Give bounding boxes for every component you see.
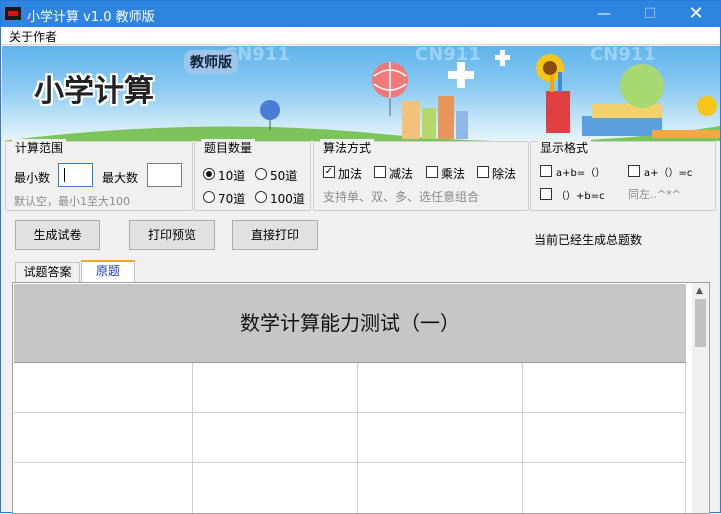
format-3-label[interactable]: （）+b=c (556, 187, 605, 202)
min-input[interactable] (58, 163, 93, 187)
format-hint: 同左..^*^ (628, 188, 681, 201)
paper-title: 数学计算能力测试（一） (14, 284, 686, 363)
mul-checkbox[interactable] (426, 166, 438, 178)
tab-answers[interactable]: 试题答案 (15, 262, 80, 282)
count-50-radio[interactable] (255, 168, 267, 180)
count-50-label[interactable]: 50道 (270, 167, 297, 184)
format-group-title: 显示格式 (537, 139, 592, 156)
scroll-up-icon[interactable]: ▲ (696, 286, 703, 296)
banner-title: 小学计算 (34, 74, 154, 109)
max-input[interactable] (147, 163, 182, 187)
tab-original[interactable]: 原题 (81, 260, 135, 282)
div-checkbox[interactable] (477, 166, 489, 178)
watermark-2: CN911 (415, 46, 481, 65)
app-window: 小学计算 v1.0 教师版 — ☐ ✕ 关于作者 CN911 CN911 CN9… (0, 0, 721, 514)
question-grid (14, 363, 686, 513)
max-label: 最大数 (102, 171, 139, 185)
format-1-checkbox[interactable] (540, 165, 552, 177)
app-icon (5, 7, 21, 20)
format-group: 显示格式 a+b=（） a+（）=c （）+b=c 同左..^*^ (530, 139, 716, 211)
sub-checkbox[interactable] (374, 166, 386, 178)
count-70-radio[interactable] (203, 191, 215, 203)
menu-about[interactable]: 关于作者 (9, 28, 57, 45)
paper-view: 数学计算能力测试（一） ▲ (12, 282, 710, 514)
range-group-title: 计算范围 (12, 139, 67, 156)
format-3-checkbox[interactable] (540, 188, 552, 200)
grid-divider (192, 363, 193, 513)
count-group: 题目数量 10道 50道 70道 100道 (194, 139, 311, 211)
maximize-button[interactable]: ☐ (627, 1, 673, 27)
count-70-label[interactable]: 70道 (218, 190, 245, 207)
count-10-radio[interactable] (203, 168, 215, 180)
text-caret (64, 168, 65, 182)
grid-divider (522, 363, 523, 513)
scroll-thumb[interactable] (695, 299, 706, 347)
ops-group-title: 算法方式 (320, 139, 375, 156)
div-label[interactable]: 除法 (492, 165, 516, 182)
window-title: 小学计算 v1.0 教师版 (27, 10, 155, 25)
menu-bar: 关于作者 (1, 27, 720, 45)
direct-print-button[interactable]: 直接打印 (232, 220, 318, 250)
range-group: 计算范围 最小数 最大数 默认空，最小1至大100 (5, 139, 193, 211)
format-1-label[interactable]: a+b=（） (556, 164, 605, 179)
vertical-scrollbar[interactable]: ▲ (692, 283, 709, 513)
grid-divider (357, 363, 358, 513)
min-label: 最小数 (14, 171, 51, 185)
count-100-radio[interactable] (255, 191, 267, 203)
grid-divider (14, 462, 686, 463)
print-preview-button[interactable]: 打印预览 (129, 220, 215, 250)
title-bar: 小学计算 v1.0 教师版 — ☐ ✕ (1, 1, 720, 27)
ops-hint: 支持单、双、多、选任意组合 (323, 190, 480, 204)
edition-badge: 教师版 (184, 50, 238, 74)
format-2-checkbox[interactable] (628, 165, 640, 177)
mul-label[interactable]: 乘法 (441, 165, 465, 182)
grid-divider (14, 412, 686, 413)
close-button[interactable]: ✕ (673, 1, 719, 27)
add-checkbox[interactable]: ✓ (323, 166, 335, 178)
format-2-label[interactable]: a+（）=c (644, 164, 692, 179)
range-hint: 默认空，最小1至大100 (14, 195, 130, 208)
ops-group: 算法方式 ✓ 加法 减法 乘法 除法 支持单、双、多、选任意组合 (313, 139, 529, 211)
grid-divider (685, 363, 686, 513)
count-10-label[interactable]: 10道 (218, 167, 245, 184)
count-100-label[interactable]: 100道 (270, 190, 305, 207)
banner: CN911 CN911 CN911 教师版 小学计算 (2, 46, 720, 141)
minimize-button[interactable]: — (581, 1, 627, 27)
watermark-3: CN911 (590, 46, 656, 65)
question-count-status: 当前已经生成总题数 (534, 233, 643, 247)
sub-label[interactable]: 减法 (389, 165, 413, 182)
count-group-title: 题目数量 (201, 139, 256, 156)
generate-button[interactable]: 生成试卷 (15, 220, 100, 250)
add-label[interactable]: 加法 (338, 165, 362, 182)
